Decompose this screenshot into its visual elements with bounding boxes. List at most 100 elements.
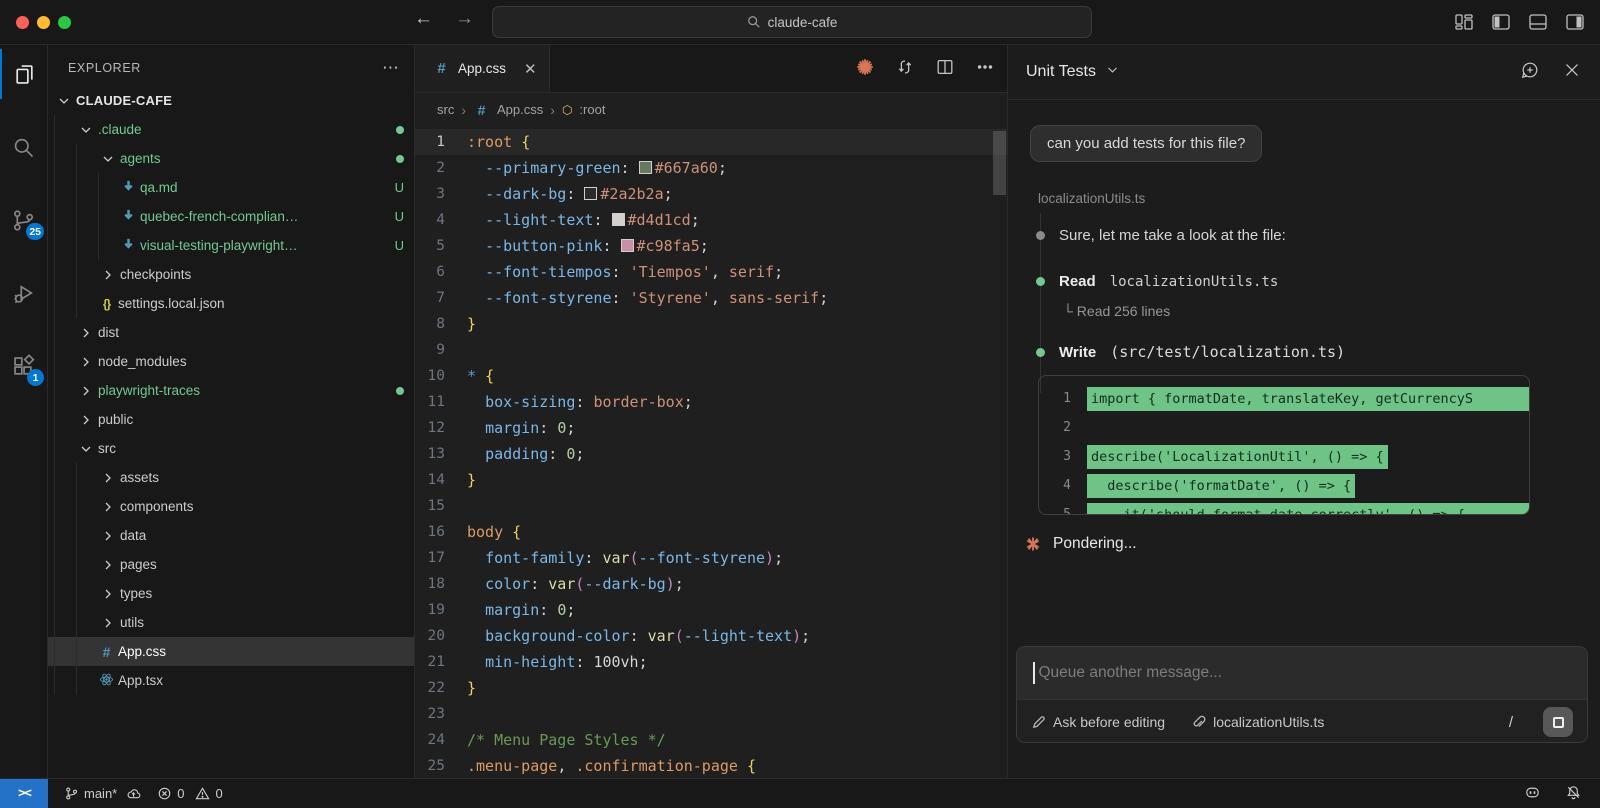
color-swatch[interactable] <box>621 239 634 252</box>
run-debug-view-icon[interactable] <box>0 268 47 318</box>
chevron-right-icon: › <box>461 102 466 118</box>
code-line[interactable]: 1:root { <box>415 129 1007 155</box>
code-line[interactable]: 12 margin: 0; <box>415 415 1007 441</box>
code-line[interactable]: 8} <box>415 311 1007 337</box>
toggle-panel-icon[interactable] <box>1527 11 1549 33</box>
explorer-more-actions-icon[interactable]: ⋯ <box>382 58 400 78</box>
notifications-muted-icon[interactable] <box>1565 784 1582 804</box>
tree-item-quebec-french-complian[interactable]: quebec-french-complian…U <box>48 202 414 231</box>
assistant-text: Sure, let me take a look at the file: <box>1059 227 1286 244</box>
code-line[interactable]: 11 box-sizing: border-box; <box>415 389 1007 415</box>
code-line[interactable]: 16body { <box>415 519 1007 545</box>
code-line[interactable]: 22} <box>415 675 1007 701</box>
attachment-chip[interactable]: localizationUtils.ts <box>1191 714 1324 730</box>
tree-item-qa.md[interactable]: qa.mdU <box>48 173 414 202</box>
tree-item-pages[interactable]: pages <box>48 550 414 579</box>
code-line[interactable]: 14} <box>415 467 1007 493</box>
toggle-secondary-sidebar-icon[interactable] <box>1564 11 1586 33</box>
code-line[interactable]: 5 --button-pink: #c98fa5; <box>415 233 1007 259</box>
color-swatch[interactable] <box>584 187 597 200</box>
context-file-label[interactable]: localizationUtils.ts <box>1038 191 1145 206</box>
tree-item-assets[interactable]: assets <box>48 463 414 492</box>
tree-item-app.css[interactable]: #App.css <box>48 637 414 666</box>
breadcrumb-file[interactable]: App.css <box>497 102 543 117</box>
tree-item-app.tsx[interactable]: App.tsx <box>48 666 414 695</box>
code-line[interactable]: 19 margin: 0; <box>415 597 1007 623</box>
copilot-icon[interactable] <box>1524 784 1541 804</box>
tool-call-write[interactable]: Write (src/test/localization.ts) <box>1036 343 1345 361</box>
minimize-window-button[interactable] <box>37 16 50 29</box>
tree-item-settings.local.json[interactable]: {}settings.local.json <box>48 289 414 318</box>
explorer-view-icon[interactable] <box>0 49 47 99</box>
code-line[interactable]: 10* { <box>415 363 1007 389</box>
tree-item-agents[interactable]: agents <box>48 144 414 173</box>
code-line[interactable]: 2 --primary-green: #667a60; <box>415 155 1007 181</box>
tree-item-visual-testing-playwright[interactable]: visual-testing-playwright…U <box>48 231 414 260</box>
git-branch-item[interactable]: main* <box>64 786 141 801</box>
panel-title[interactable]: Unit Tests <box>1026 63 1096 81</box>
open-changes-icon[interactable] <box>895 57 915 82</box>
more-actions-icon[interactable] <box>975 57 995 82</box>
code-line[interactable]: 15 <box>415 493 1007 519</box>
tree-item-playwright-traces[interactable]: playwright-traces <box>48 376 414 405</box>
chat-input[interactable]: Queue another message... <box>1017 647 1587 699</box>
code-line[interactable]: 7 --font-styrene: 'Styrene', sans-serif; <box>415 285 1007 311</box>
tool-call-read[interactable]: Read localizationUtils.ts <box>1036 273 1278 290</box>
code-line[interactable]: 3 --dark-bg: #2a2b2a; <box>415 181 1007 207</box>
search-view-icon[interactable] <box>0 122 47 172</box>
slash-command-hint[interactable]: / <box>1509 714 1535 731</box>
customize-layout-icon[interactable] <box>1453 11 1475 33</box>
tree-item-data[interactable]: data <box>48 521 414 550</box>
tree-item-components[interactable]: components <box>48 492 414 521</box>
tab-app-css[interactable]: # App.css ✕ <box>415 45 550 92</box>
forward-arrow-icon[interactable]: → <box>455 8 474 30</box>
zoom-window-button[interactable] <box>58 16 71 29</box>
color-swatch[interactable] <box>639 161 652 174</box>
new-chat-icon[interactable] <box>1520 60 1540 85</box>
diff-code-block[interactable]: 1import { formatDate, translateKey, getC… <box>1038 375 1530 515</box>
code-line[interactable]: 23 <box>415 701 1007 727</box>
code-line[interactable]: 25.menu-page, .confirmation-page { <box>415 753 1007 778</box>
markdown-file-icon <box>120 237 137 255</box>
tree-item-src[interactable]: src <box>48 434 414 463</box>
problems-item[interactable]: 0 0 <box>157 786 222 801</box>
toggle-primary-sidebar-icon[interactable] <box>1490 11 1512 33</box>
code-area[interactable]: 1:root {2 --primary-green: #667a60;3 --d… <box>415 126 1007 778</box>
source-control-view-icon[interactable]: 25 <box>0 195 47 245</box>
code-line[interactable]: 21 min-height: 100vh; <box>415 649 1007 675</box>
code-line[interactable]: 13 padding: 0; <box>415 441 1007 467</box>
vscode-window: ← → claude-cafe 25 <box>0 0 1600 808</box>
code-line[interactable]: 4 --light-text: #d4d1cd; <box>415 207 1007 233</box>
remote-indicator[interactable]: >< <box>0 779 48 808</box>
code-line[interactable]: 9 <box>415 337 1007 363</box>
code-line[interactable]: 24/* Menu Page Styles */ <box>415 727 1007 753</box>
permission-mode-selector[interactable]: Ask before editing <box>1031 714 1165 730</box>
tree-item-utils[interactable]: utils <box>48 608 414 637</box>
code-line[interactable]: 17 font-family: var(--font-styrene); <box>415 545 1007 571</box>
tree-item-checkpoints[interactable]: checkpoints <box>48 260 414 289</box>
chevron-down-icon[interactable] <box>1106 63 1119 81</box>
editor-scrollbar[interactable] <box>993 131 1006 195</box>
code-line[interactable]: 18 color: var(--dark-bg); <box>415 571 1007 597</box>
code-line[interactable]: 6 --font-tiempos: 'Tiempos', serif; <box>415 259 1007 285</box>
tab-close-icon[interactable]: ✕ <box>524 60 537 78</box>
close-window-button[interactable] <box>16 16 29 29</box>
command-center-search[interactable]: claude-cafe <box>492 6 1092 38</box>
color-swatch[interactable] <box>612 213 625 226</box>
css-file-icon: # <box>98 644 115 660</box>
tree-item-.claude[interactable]: .claude <box>48 115 414 144</box>
back-arrow-icon[interactable]: ← <box>414 8 433 30</box>
code-line[interactable]: 20 background-color: var(--light-text); <box>415 623 1007 649</box>
breadcrumb-symbol[interactable]: :root <box>579 102 605 117</box>
tree-item-dist[interactable]: dist <box>48 318 414 347</box>
tree-item-public[interactable]: public <box>48 405 414 434</box>
stop-button[interactable] <box>1543 707 1573 737</box>
tree-item-claude-cafe[interactable]: CLAUDE-CAFE <box>48 86 414 115</box>
tree-item-nodemodules[interactable]: node_modules <box>48 347 414 376</box>
breadcrumb-folder[interactable]: src <box>437 102 454 117</box>
extensions-view-icon[interactable]: 1 <box>0 341 47 391</box>
claude-code-icon[interactable] <box>855 57 875 82</box>
split-editor-icon[interactable] <box>935 57 955 82</box>
close-panel-icon[interactable] <box>1562 60 1582 85</box>
tree-item-types[interactable]: types <box>48 579 414 608</box>
